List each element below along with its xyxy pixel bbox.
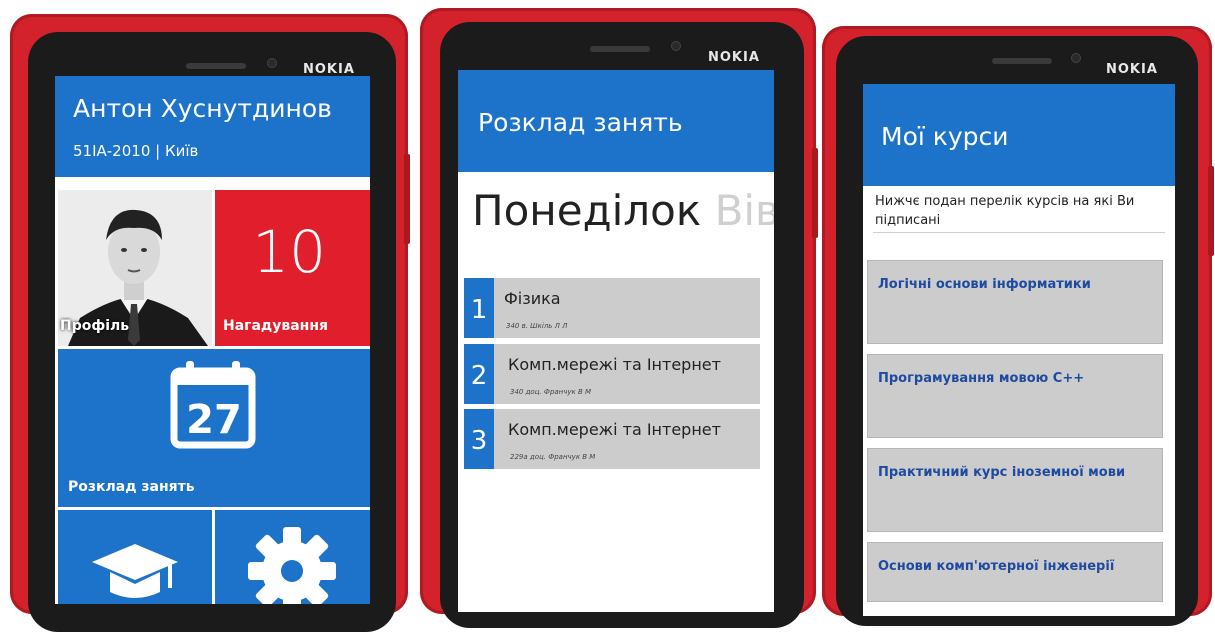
- page-title: Мої курси: [881, 122, 1009, 151]
- profile-tile[interactable]: Профіль: [58, 190, 212, 346]
- gear-icon: [248, 527, 336, 604]
- volume-button: [812, 148, 818, 238]
- lesson-number: 2: [464, 344, 494, 404]
- phone-1: NOKIA Антон Хуснутдинов 51ІА-2010 | Київ…: [10, 14, 410, 632]
- lesson-info: 340 доц. Франчук В М: [510, 388, 592, 396]
- calendar-day: 27: [186, 397, 242, 443]
- courses-header: Мої курси: [863, 84, 1175, 186]
- profile-label: Профіль: [60, 318, 130, 334]
- speaker-grille: [992, 58, 1052, 64]
- lesson-item[interactable]: 1 Фізика 340 в. Шкіль Л Л: [464, 278, 760, 338]
- volume-button: [1208, 166, 1214, 256]
- lesson-info: 340 в. Шкіль Л Л: [506, 322, 568, 330]
- divider: [873, 232, 1165, 233]
- reminders-count: 10: [252, 218, 326, 286]
- schedule-label: Розклад занять: [68, 479, 195, 495]
- course-item[interactable]: Практичний курс іноземної мови: [867, 448, 1163, 532]
- current-day[interactable]: Понеділок: [472, 186, 701, 235]
- courses-description: Нижчє подан перелік курсів на які Ви під…: [875, 194, 1135, 228]
- phone-3: NOKIA Мої курси Нижчє подан перелік курс…: [822, 26, 1214, 626]
- lesson-name: Комп.мережі та Інтернет: [508, 420, 721, 439]
- front-camera: [268, 59, 276, 67]
- day-pivot[interactable]: Понеділок Вів: [472, 186, 774, 235]
- course-item[interactable]: Основи комп'ютерної інженерії: [867, 542, 1163, 602]
- profile-header: Антон Хуснутдинов 51ІА-2010 | Київ: [55, 76, 370, 177]
- lesson-number: 1: [464, 278, 494, 338]
- lesson-item[interactable]: 3 Комп.мережі та Інтернет 229а доц. Фран…: [464, 409, 760, 469]
- course-item[interactable]: Логічні основи інформатики: [867, 260, 1163, 344]
- next-day[interactable]: Вів: [715, 186, 774, 235]
- courses-tile[interactable]: [58, 510, 212, 604]
- user-name: Антон Хуснутдинов: [73, 94, 332, 123]
- screen-courses: Мої курси Нижчє подан перелік курсів на …: [863, 84, 1175, 616]
- screen-schedule: Розклад занять Понеділок Вів 1 Фізика 34…: [458, 70, 774, 612]
- lesson-number: 3: [464, 409, 494, 469]
- course-item[interactable]: Програмування мовою С++: [867, 354, 1163, 438]
- lesson-name: Комп.мережі та Інтернет: [508, 355, 721, 374]
- page-title: Розклад занять: [478, 108, 683, 137]
- volume-button: [404, 154, 410, 244]
- brand-logo: NOKIA: [303, 62, 355, 77]
- schedule-tile[interactable]: 27 Розклад занять: [58, 349, 370, 507]
- reminders-label: Нагадування: [223, 318, 328, 334]
- front-camera: [672, 42, 680, 50]
- reminders-tile[interactable]: 10 Нагадування: [215, 190, 370, 346]
- brand-logo: NOKIA: [1106, 62, 1158, 77]
- lesson-item[interactable]: 2 Комп.мережі та Інтернет 340 доц. Франч…: [464, 344, 760, 404]
- schedule-header: Розклад занять: [458, 70, 774, 172]
- phone-2: NOKIA Розклад занять Понеділок Вів 1 Фіз…: [420, 8, 818, 628]
- lesson-name: Фізика: [504, 289, 561, 308]
- front-camera: [1072, 54, 1080, 62]
- lesson-info: 229а доц. Франчук В М: [510, 453, 596, 461]
- speaker-grille: [590, 46, 650, 52]
- brand-logo: NOKIA: [708, 50, 760, 65]
- settings-tile[interactable]: [215, 510, 370, 604]
- screen-start: Антон Хуснутдинов 51ІА-2010 | Київ Профі…: [55, 76, 370, 604]
- user-meta: 51ІА-2010 | Київ: [73, 142, 199, 160]
- graduation-cap-icon: [92, 544, 178, 598]
- speaker-grille: [186, 63, 246, 69]
